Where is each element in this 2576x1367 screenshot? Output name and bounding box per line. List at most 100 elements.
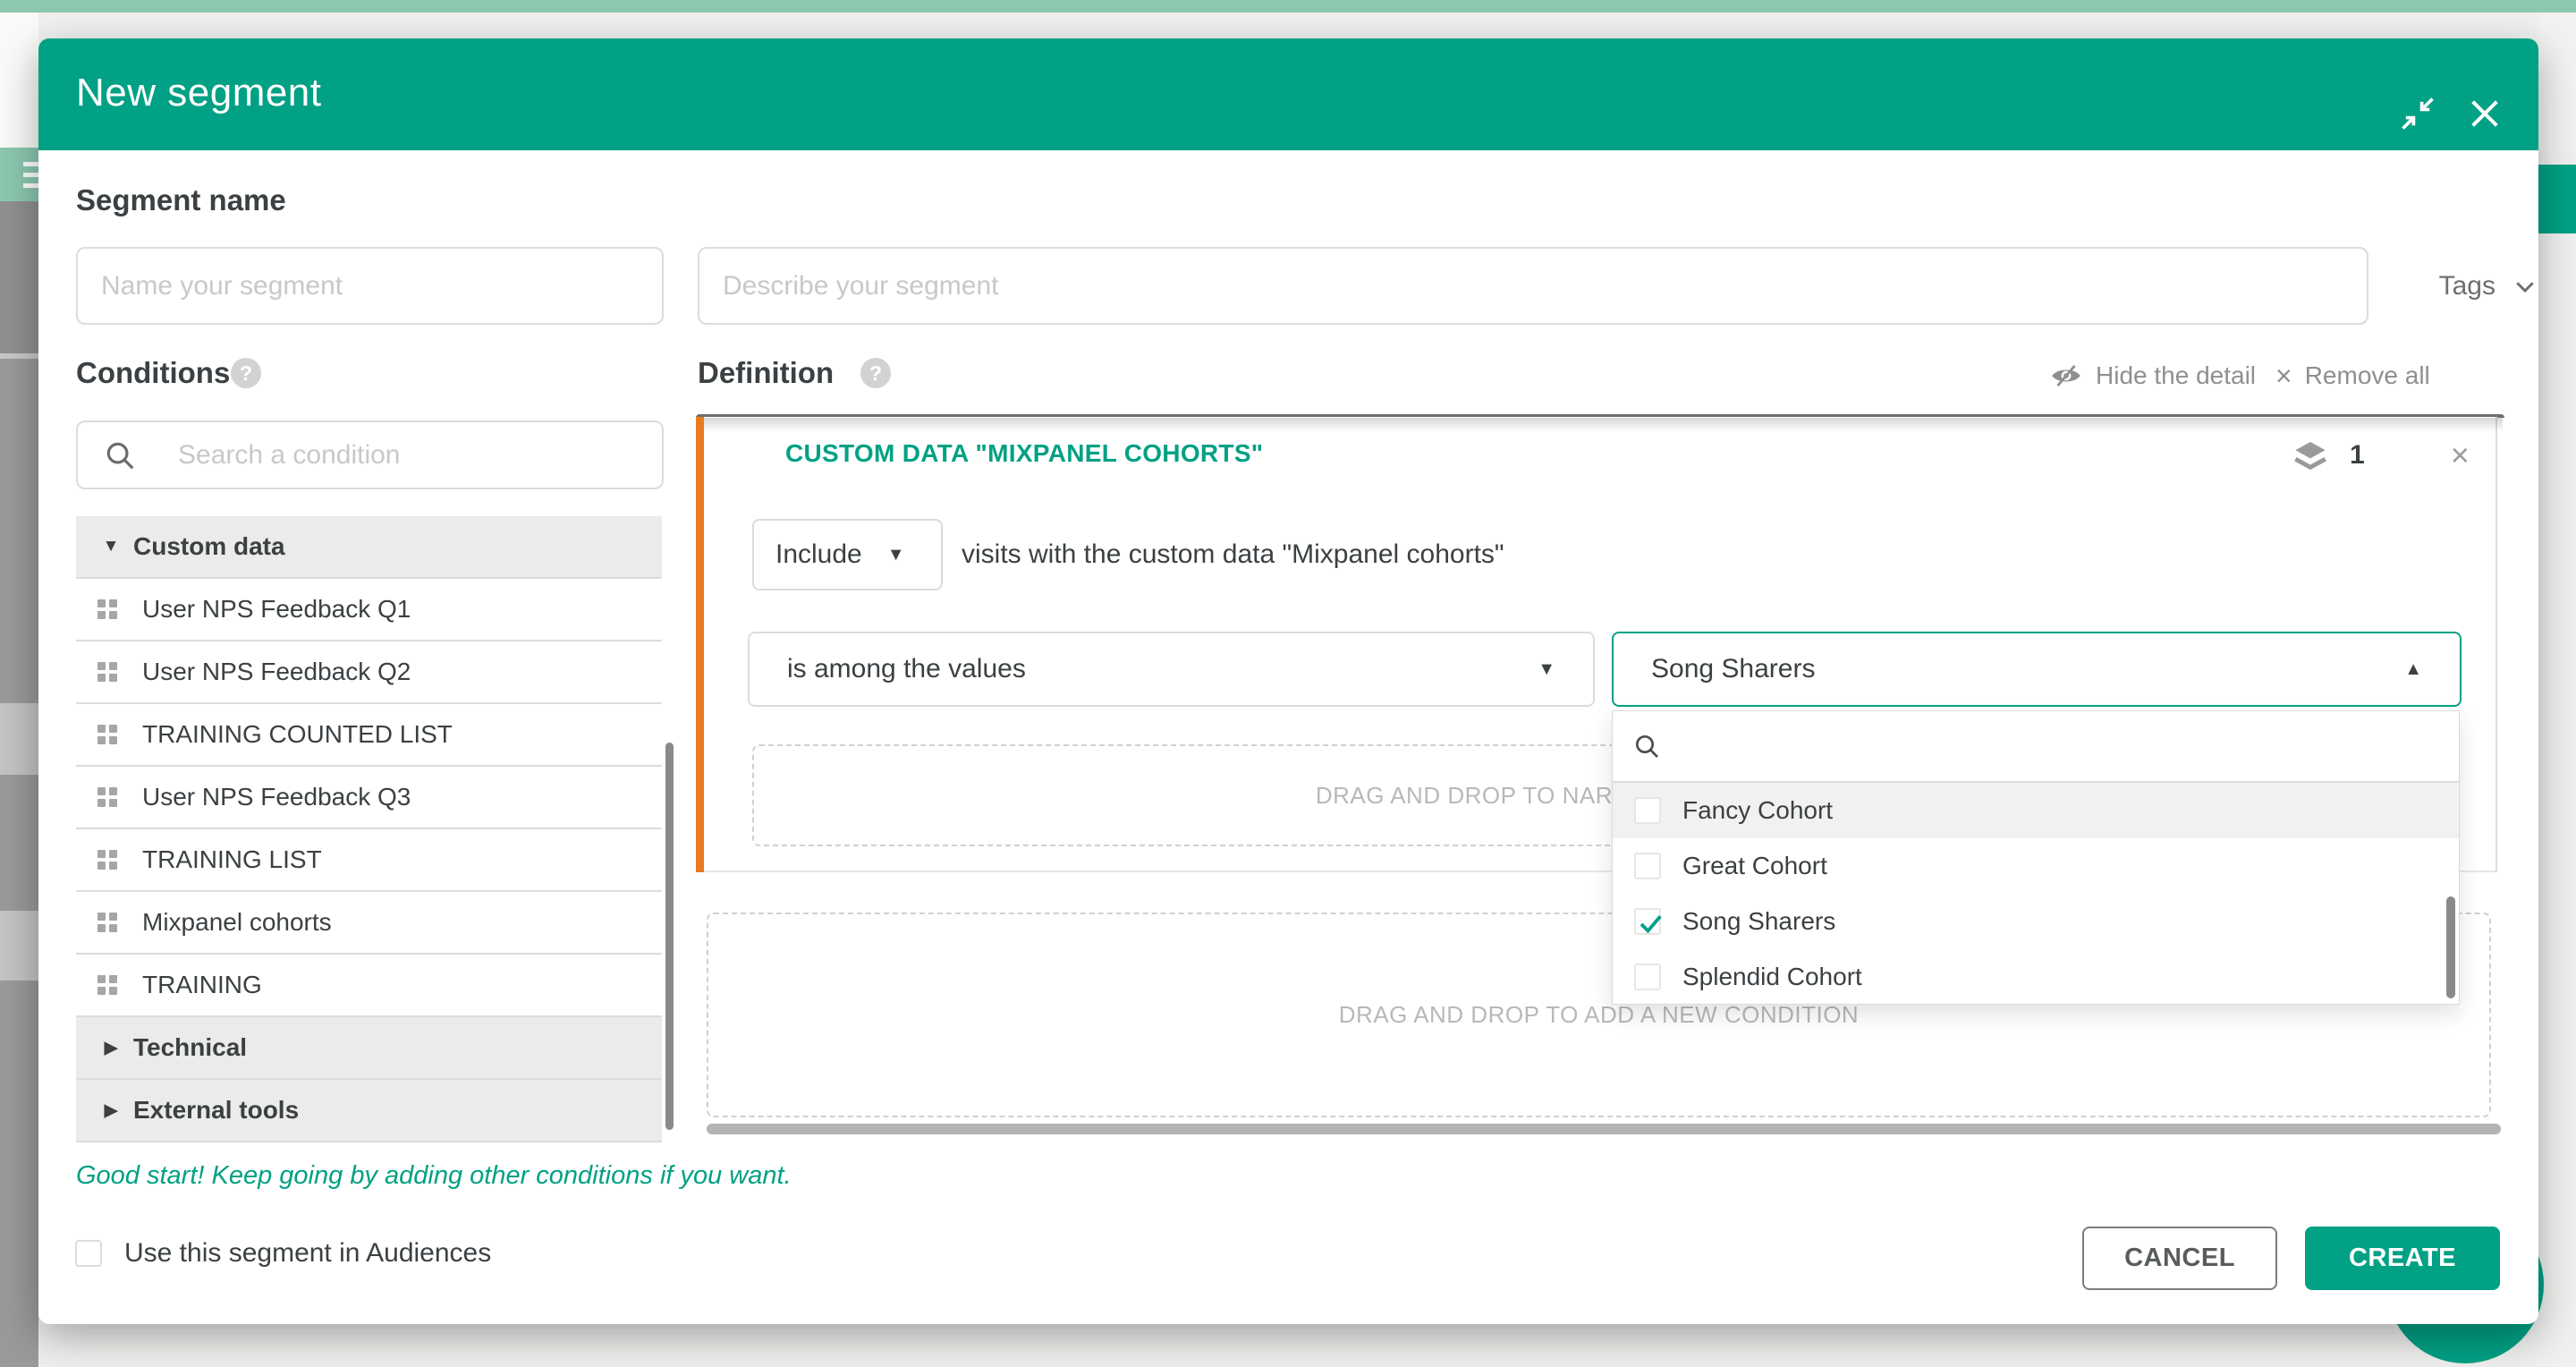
segment-description-input[interactable]: [698, 247, 2368, 325]
dropdown-search-row[interactable]: [1613, 711, 2459, 783]
chevron-down-icon: [2512, 273, 2538, 300]
triangle-collapsed-icon: ▶: [89, 1100, 133, 1121]
dropdown-option[interactable]: Fancy Cohort: [1613, 783, 2459, 838]
scroll-shadow: [698, 418, 2503, 432]
horizontal-scrollbar[interactable]: [707, 1124, 2501, 1134]
triangle-expanded-icon: ▼: [89, 537, 133, 556]
conditions-label: Conditions: [76, 356, 230, 390]
dropzone-text: DRAG AND DROP TO ADD A NEW CONDITION: [1339, 1001, 1859, 1029]
search-icon: [1632, 732, 1661, 760]
operator-value: is among the values: [787, 654, 1026, 684]
checkbox-checked-icon[interactable]: [1634, 908, 1661, 935]
help-icon[interactable]: ?: [231, 358, 261, 388]
include-value: Include: [775, 539, 862, 570]
drag-handle-icon[interactable]: [97, 662, 124, 682]
tags-label: Tags: [2439, 271, 2496, 301]
drag-handle-icon[interactable]: [97, 599, 124, 619]
list-item[interactable]: User NPS Feedback Q2: [76, 641, 662, 704]
list-item-label: TRAINING COUNTED LIST: [142, 720, 453, 749]
group-label: Technical: [133, 1033, 247, 1062]
option-label: Splendid Cohort: [1682, 963, 1862, 991]
list-item[interactable]: User NPS Feedback Q3: [76, 767, 662, 829]
modal-title: New segment: [76, 71, 322, 115]
help-icon[interactable]: ?: [860, 358, 891, 388]
checkbox-icon[interactable]: [1634, 964, 1661, 990]
value-select[interactable]: Song Sharers ▲: [1612, 632, 2462, 707]
search-condition-input[interactable]: [178, 440, 625, 471]
caret-down-icon: ▼: [1538, 659, 1555, 680]
segment-name-input[interactable]: [76, 247, 664, 325]
checkbox-icon[interactable]: [1634, 853, 1661, 879]
vertical-scrollbar[interactable]: [665, 743, 674, 1130]
hamburger-menu-button[interactable]: [0, 148, 38, 201]
list-item-label: Mixpanel cohorts: [142, 908, 332, 937]
sidebar-item: [0, 201, 38, 353]
drag-handle-icon[interactable]: [97, 850, 124, 870]
triangle-collapsed-icon: ▶: [89, 1038, 133, 1058]
sidebar-sliver: [0, 201, 38, 1367]
drag-handle-icon[interactable]: [97, 725, 124, 744]
operator-select[interactable]: is among the values ▼: [748, 632, 1595, 707]
list-item-label: User NPS Feedback Q2: [142, 658, 411, 686]
group-label: Custom data: [133, 532, 285, 561]
hide-detail-button[interactable]: Hide the detail: [2049, 361, 2256, 390]
list-item[interactable]: TRAINING LIST: [76, 829, 662, 892]
remove-condition-icon[interactable]: ×: [2451, 439, 2470, 471]
checkbox-icon[interactable]: [1634, 797, 1661, 824]
group-custom-data[interactable]: ▼ Custom data: [76, 516, 662, 579]
definition-label: Definition: [698, 356, 834, 390]
group-technical[interactable]: ▶ Technical: [76, 1017, 662, 1080]
audiences-checkbox-label: Use this segment in Audiences: [124, 1238, 491, 1269]
search-icon: [103, 438, 137, 472]
layer-count: 1: [2350, 440, 2365, 471]
list-item-label: User NPS Feedback Q3: [142, 783, 411, 811]
list-item[interactable]: TRAINING: [76, 955, 662, 1017]
dropdown-option[interactable]: Great Cohort: [1613, 838, 2459, 894]
group-label: External tools: [133, 1096, 299, 1125]
tags-dropdown[interactable]: Tags: [2391, 247, 2538, 325]
list-item[interactable]: Mixpanel cohorts: [76, 892, 662, 955]
collapse-icon[interactable]: [2398, 94, 2437, 138]
cancel-button[interactable]: CANCEL: [2082, 1227, 2277, 1290]
group-external-tools[interactable]: ▶ External tools: [76, 1080, 662, 1142]
list-item[interactable]: TRAINING COUNTED LIST: [76, 704, 662, 767]
option-label: Fancy Cohort: [1682, 796, 1833, 825]
list-item[interactable]: User NPS Feedback Q1: [76, 579, 662, 641]
condition-caption: visits with the custom data "Mixpanel co…: [962, 519, 1504, 590]
close-icon[interactable]: [2467, 96, 2503, 136]
hint-message: Good start! Keep going by adding other c…: [76, 1161, 792, 1191]
drag-handle-icon[interactable]: [97, 787, 124, 807]
drag-handle-icon[interactable]: [97, 913, 124, 932]
page-right-teal-block: [2538, 165, 2576, 233]
list-item-label: TRAINING LIST: [142, 845, 322, 874]
caret-up-icon: ▲: [2404, 659, 2422, 680]
value-select-value: Song Sharers: [1651, 654, 1815, 684]
dropdown-option[interactable]: Splendid Cohort: [1613, 949, 2459, 1005]
dropzone-text: DRAG AND DROP TO NAR: [754, 746, 1613, 845]
list-item-label: TRAINING: [142, 971, 262, 999]
sidebar-item: [0, 911, 38, 981]
page-top-strip: [0, 0, 2576, 13]
dropdown-option[interactable]: Song Sharers: [1613, 894, 2459, 949]
create-button[interactable]: CREATE: [2305, 1227, 2500, 1290]
drag-handle-icon[interactable]: [97, 975, 124, 995]
sidebar-item: [0, 703, 38, 775]
audiences-option: Use this segment in Audiences: [75, 1238, 491, 1269]
eye-slash-icon: [2049, 362, 2083, 389]
remove-all-button[interactable]: × Remove all: [2275, 361, 2430, 390]
page-header-sliver: [0, 13, 38, 148]
include-select[interactable]: Include ▼: [752, 519, 943, 590]
caret-down-icon: ▼: [887, 545, 905, 565]
hide-detail-label: Hide the detail: [2096, 361, 2256, 390]
list-item-label: User NPS Feedback Q1: [142, 595, 411, 624]
option-label: Song Sharers: [1682, 907, 1835, 936]
audiences-checkbox[interactable]: [75, 1240, 102, 1267]
option-label: Great Cohort: [1682, 852, 1827, 880]
condition-search-box: [76, 420, 664, 489]
condition-card-title: CUSTOM DATA "MIXPANEL COHORTS": [785, 439, 1263, 468]
segment-name-label: Segment name: [76, 183, 286, 217]
modal-header: [38, 38, 2538, 150]
condition-card-meta: 1 ×: [2292, 439, 2470, 471]
vertical-scrollbar[interactable]: [2446, 896, 2455, 998]
layers-icon[interactable]: [2292, 440, 2328, 471]
